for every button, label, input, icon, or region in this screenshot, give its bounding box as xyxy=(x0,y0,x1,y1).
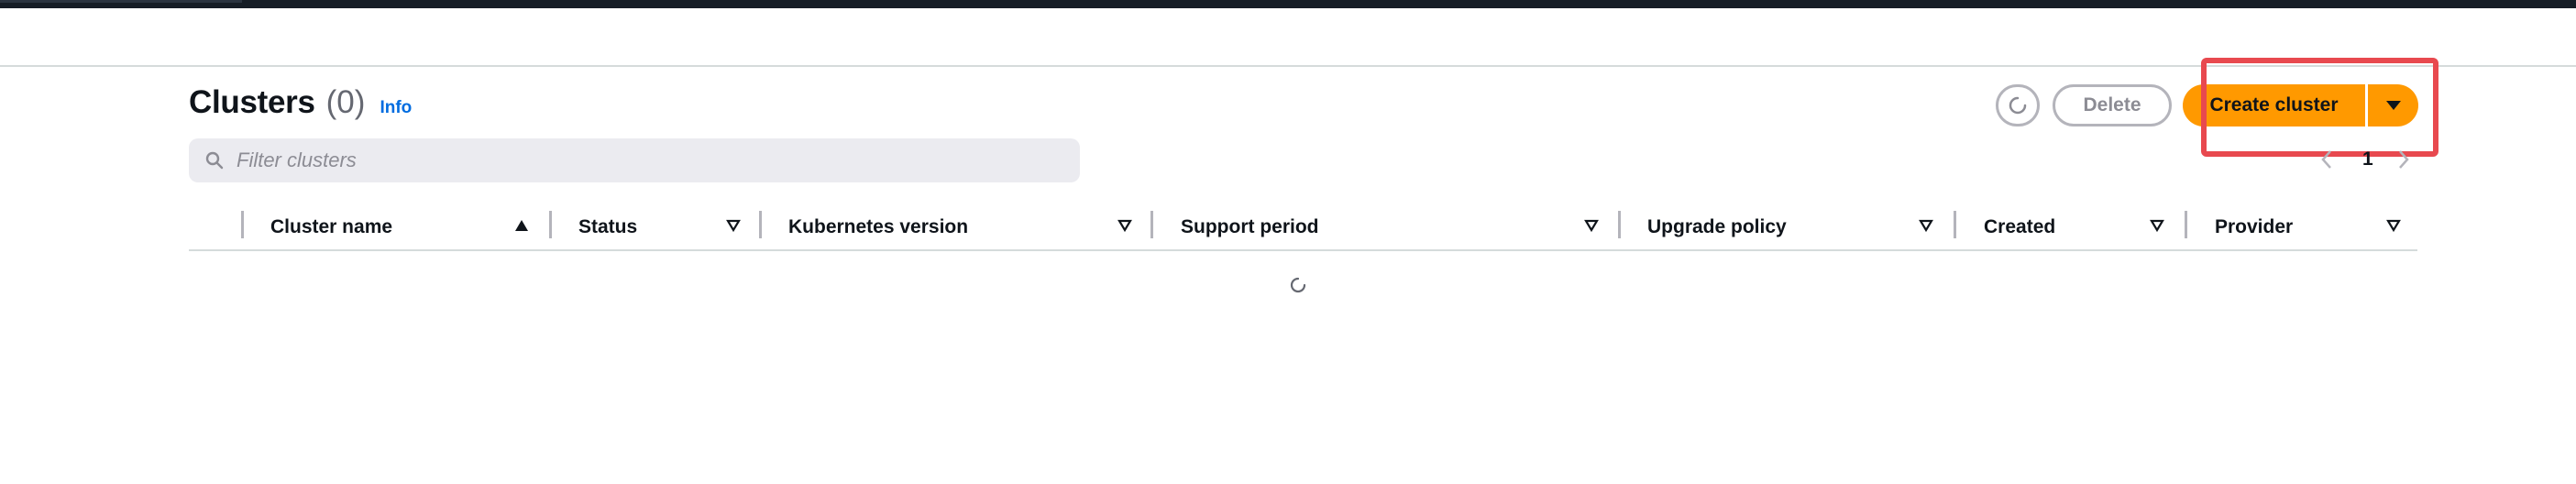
filter-clusters-input[interactable] xyxy=(237,148,1043,172)
header-divider xyxy=(0,65,2576,67)
refresh-icon xyxy=(2009,96,2027,115)
topbar-tab-indicator xyxy=(0,0,242,3)
page-title-text: Clusters xyxy=(189,84,315,120)
column-divider xyxy=(1150,211,1153,238)
delete-button[interactable]: Delete xyxy=(2053,84,2172,126)
column-header-cluster-name[interactable]: Cluster name xyxy=(270,205,392,249)
sort-unsorted-icon[interactable] xyxy=(1583,217,1600,234)
column-divider xyxy=(2185,211,2187,238)
sort-ascending-icon[interactable] xyxy=(513,217,530,234)
column-header-kubernetes-version[interactable]: Kubernetes version xyxy=(788,205,968,249)
column-header-created[interactable]: Created xyxy=(1984,205,2055,249)
filter-clusters-search[interactable] xyxy=(189,138,1080,182)
column-divider xyxy=(759,211,762,238)
sort-unsorted-icon[interactable] xyxy=(1117,217,1133,234)
chevron-right-icon[interactable] xyxy=(2394,147,2413,172)
search-icon xyxy=(205,151,224,170)
page-title: Clusters (0) Info xyxy=(189,84,412,121)
highlight-annotation-box xyxy=(2201,58,2438,157)
sort-unsorted-icon[interactable] xyxy=(2385,217,2402,234)
column-header-upgrade-policy[interactable]: Upgrade policy xyxy=(1647,205,1787,249)
sort-unsorted-icon[interactable] xyxy=(1918,217,1934,234)
chevron-left-icon[interactable] xyxy=(2317,147,2336,172)
column-divider xyxy=(1618,211,1621,238)
column-divider xyxy=(549,211,552,238)
column-header-status[interactable]: Status xyxy=(578,205,637,249)
page-number[interactable]: 1 xyxy=(2362,148,2373,170)
top-navigation-bar xyxy=(0,0,2576,8)
pagination: 1 xyxy=(2317,147,2418,172)
column-divider xyxy=(1954,211,1956,238)
info-link[interactable]: Info xyxy=(380,98,412,118)
sort-unsorted-icon[interactable] xyxy=(725,217,742,234)
column-header-provider[interactable]: Provider xyxy=(2215,205,2293,249)
sort-unsorted-icon[interactable] xyxy=(2149,217,2165,234)
column-divider xyxy=(241,211,244,238)
column-header-support-period[interactable]: Support period xyxy=(1181,205,1319,249)
loading-spinner-icon xyxy=(1290,277,1306,293)
clusters-table-header: Cluster name Status Kubernetes version S… xyxy=(189,205,2417,251)
refresh-button[interactable] xyxy=(1996,84,2040,126)
cluster-count: (0) xyxy=(325,84,366,120)
